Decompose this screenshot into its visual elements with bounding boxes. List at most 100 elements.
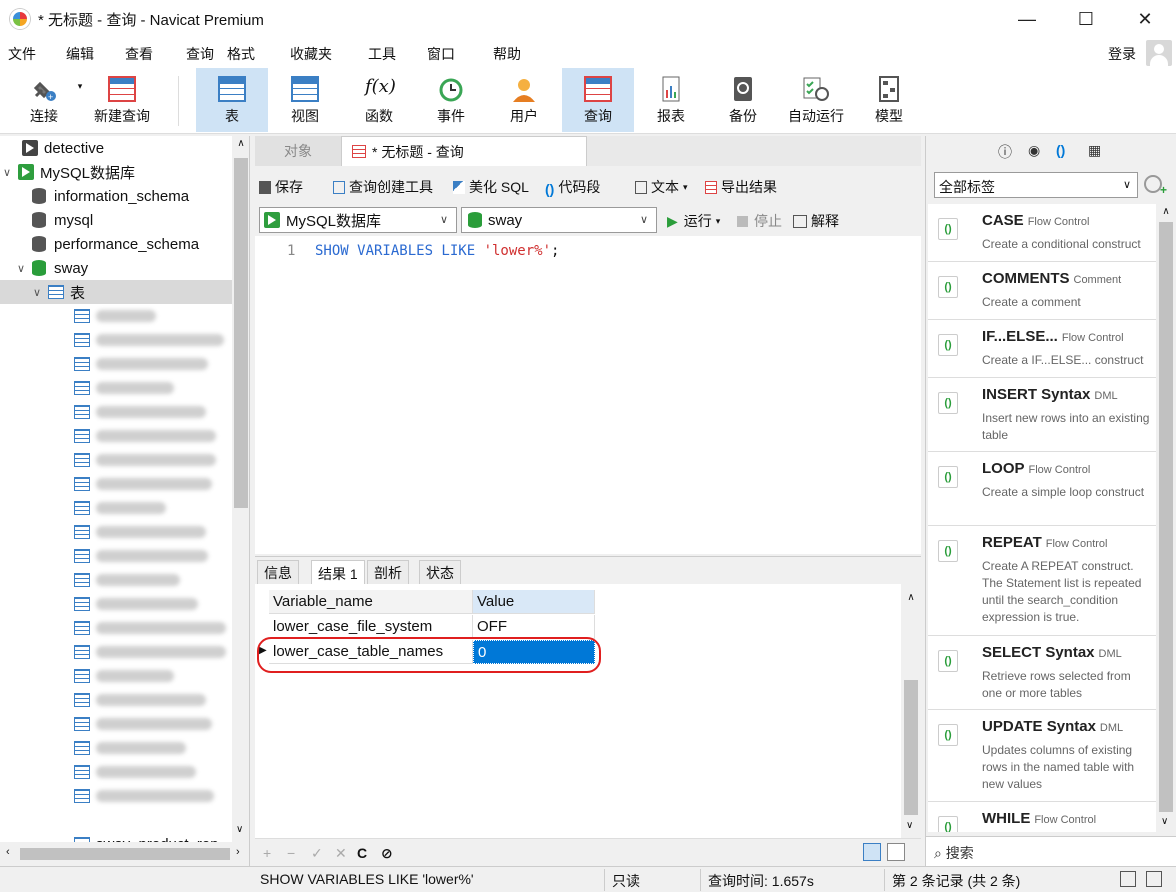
info-icon[interactable]: ⓘ bbox=[998, 142, 1012, 162]
scroll-down-icon[interactable]: ∨ bbox=[236, 824, 243, 835]
add-tag-icon[interactable] bbox=[1144, 175, 1167, 197]
tree-item-table[interactable] bbox=[0, 304, 232, 328]
table-button[interactable]: 表 bbox=[196, 68, 268, 132]
auto-run-button[interactable]: 自动运行 bbox=[780, 68, 852, 132]
snippet-item[interactable]: () INSERT Syntax DML Insert new rows into a… bbox=[928, 378, 1156, 452]
menu-window[interactable]: 窗口 bbox=[427, 44, 455, 64]
menu-file[interactable]: 文件 bbox=[8, 44, 36, 64]
function-button[interactable]: f(x) 函数 bbox=[344, 68, 414, 132]
tree-item-table[interactable] bbox=[0, 592, 232, 616]
tree-item-table[interactable] bbox=[0, 520, 232, 544]
layout-left-icon[interactable] bbox=[1120, 871, 1136, 887]
tab-status[interactable]: 状态 bbox=[419, 560, 461, 585]
menu-help[interactable]: 帮助 bbox=[493, 44, 521, 64]
menu-favorites[interactable]: 收藏夹 bbox=[290, 44, 332, 64]
menu-view[interactable]: 查看 bbox=[125, 44, 153, 64]
tree-hscroll-thumb[interactable] bbox=[20, 848, 230, 860]
refresh-button[interactable]: C bbox=[357, 845, 367, 861]
tree-item-table[interactable] bbox=[0, 736, 232, 760]
tree-item-table[interactable] bbox=[0, 328, 232, 352]
scroll-up-icon[interactable]: ∧ bbox=[1156, 204, 1176, 217]
menu-query[interactable]: 查询 bbox=[186, 44, 214, 64]
tree-item-table[interactable] bbox=[0, 688, 232, 712]
snippet-item[interactable]: () COMMENTS Comment Create a comment bbox=[928, 262, 1156, 320]
tree-item-mysql-connection[interactable]: ∨ MySQL数据库 bbox=[0, 160, 232, 184]
chevron-down-icon[interactable]: ▾ bbox=[683, 182, 688, 193]
snippet-item[interactable]: () SELECT Syntax DML Retrieve rows selected… bbox=[928, 636, 1156, 710]
tab-objects[interactable]: 对象 bbox=[255, 136, 341, 166]
tab-info[interactable]: 信息 bbox=[257, 560, 299, 585]
scroll-up-icon[interactable]: ∧ bbox=[901, 584, 921, 603]
tree-item-table[interactable] bbox=[0, 760, 232, 784]
snippet-scrollbar-thumb[interactable] bbox=[1159, 222, 1173, 812]
discard-changes-button[interactable]: ✕ bbox=[335, 845, 347, 862]
connect-button[interactable]: + 连接 bbox=[14, 68, 74, 132]
tab-result-1[interactable]: 结果 1 bbox=[311, 560, 365, 586]
tree-item-table[interactable] bbox=[0, 640, 232, 664]
delete-record-button[interactable]: − bbox=[287, 845, 295, 861]
chevron-down-icon[interactable]: ▾ bbox=[716, 216, 721, 227]
model-button[interactable]: 模型 bbox=[854, 68, 924, 132]
tree-item-table[interactable] bbox=[0, 496, 232, 520]
connection-select[interactable]: MySQL数据库 ∨ bbox=[259, 207, 457, 233]
sql-code-line[interactable]: SHOW VARIABLES LIKE 'lower%'; bbox=[315, 243, 559, 259]
user-avatar-icon[interactable] bbox=[1146, 40, 1172, 66]
tree-item-table[interactable] bbox=[0, 376, 232, 400]
snippet-item[interactable]: () UPDATE Syntax DML Updates columns of exi… bbox=[928, 710, 1156, 802]
snippet-search-input[interactable]: ⌕ 搜索 bbox=[926, 836, 1176, 866]
table-cell[interactable]: OFF bbox=[473, 615, 595, 639]
grid-panel-icon[interactable]: ▦ bbox=[1088, 142, 1101, 159]
scroll-up-icon[interactable]: ∧ bbox=[232, 136, 249, 149]
backup-button[interactable]: 备份 bbox=[708, 68, 778, 132]
snippet-item[interactable]: () WHILE Flow Control bbox=[928, 802, 1156, 832]
snippet-item[interactable]: () IF...ELSE... Flow Control Create a IF...… bbox=[928, 320, 1156, 378]
tree-item-performance-schema[interactable]: performance_schema bbox=[0, 232, 232, 256]
query-builder-button[interactable]: 查询创建工具 bbox=[333, 177, 433, 197]
explain-button[interactable]: 解释 bbox=[793, 211, 839, 231]
login-button[interactable]: 登录 bbox=[1108, 44, 1136, 64]
tree-item-table[interactable] bbox=[0, 784, 232, 808]
maximize-button[interactable]: ☐ bbox=[1057, 0, 1115, 38]
chevron-down-icon[interactable]: ∨ bbox=[14, 262, 28, 275]
view-button[interactable]: 视图 bbox=[270, 68, 340, 132]
eye-icon[interactable]: ◉ bbox=[1028, 142, 1040, 159]
tree-item-table[interactable] bbox=[0, 352, 232, 376]
tree-item-table[interactable] bbox=[0, 544, 232, 568]
snippet-item[interactable]: () LOOP Flow Control Create a simple loop c… bbox=[928, 452, 1156, 526]
snippet-item[interactable]: () REPEAT Flow Control Create A REPEAT cons… bbox=[928, 526, 1156, 636]
tree-item-detective[interactable]: detective bbox=[0, 136, 232, 160]
add-record-button[interactable]: + bbox=[263, 845, 271, 861]
menu-format[interactable]: 格式 bbox=[227, 44, 255, 64]
grid-scrollbar[interactable]: ∧ ∨ bbox=[901, 584, 921, 838]
connect-dropdown[interactable]: ▾ bbox=[74, 68, 86, 132]
table-cell[interactable]: lower_case_file_system bbox=[269, 615, 473, 639]
snippet-button[interactable]: () 代码段 bbox=[545, 177, 600, 197]
snippet-item[interactable]: () CASE Flow Control Create a conditional c… bbox=[928, 204, 1156, 262]
run-button[interactable]: ▶ 运行 ▾ bbox=[667, 211, 720, 231]
minimize-button[interactable]: — bbox=[998, 0, 1056, 38]
menu-tools[interactable]: 工具 bbox=[368, 44, 396, 64]
stop-button[interactable]: 停止 bbox=[737, 211, 782, 231]
beautify-sql-button[interactable]: 美化 SQL bbox=[453, 177, 529, 197]
snippet-scrollbar[interactable]: ∧ ∨ bbox=[1156, 204, 1176, 832]
chevron-down-icon[interactable]: ∨ bbox=[30, 286, 44, 299]
tree-item-mysql[interactable]: mysql bbox=[0, 208, 232, 232]
tree-item-table[interactable] bbox=[0, 568, 232, 592]
tree-item-table[interactable] bbox=[0, 712, 232, 736]
user-button[interactable]: 用户 bbox=[488, 68, 560, 132]
tree-item-table[interactable] bbox=[0, 400, 232, 424]
tree-item-table[interactable] bbox=[0, 664, 232, 688]
form-view-icon[interactable] bbox=[887, 843, 905, 861]
tree-item-table[interactable] bbox=[0, 616, 232, 640]
report-button[interactable]: 报表 bbox=[636, 68, 706, 132]
query-button[interactable]: 查询 bbox=[562, 68, 634, 132]
grid-scrollbar-thumb[interactable] bbox=[904, 680, 918, 815]
text-button[interactable]: 文本 ▾ bbox=[635, 177, 688, 197]
scroll-right-icon[interactable]: › bbox=[236, 846, 240, 858]
sql-editor[interactable]: 1 SHOW VARIABLES LIKE 'lower%'; bbox=[255, 236, 921, 554]
tree-item-table[interactable] bbox=[0, 472, 232, 496]
save-button[interactable]: 保存 bbox=[259, 177, 303, 197]
close-button[interactable]: ✕ bbox=[1116, 0, 1174, 38]
tree-scrollbar-thumb[interactable] bbox=[234, 158, 248, 508]
tree-item-tables[interactable]: ∨ 表 bbox=[0, 280, 232, 304]
